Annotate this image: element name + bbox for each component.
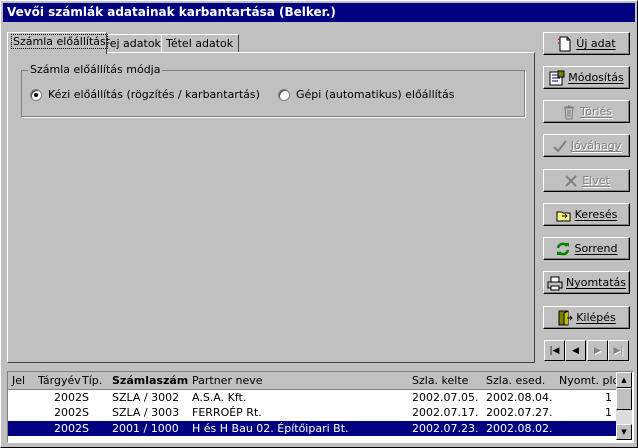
- order-button[interactable]: Sorrend: [543, 237, 630, 260]
- col-header-szamlaszam[interactable]: Számlaszám: [112, 372, 188, 389]
- col-header-esed[interactable]: Szla. esed.: [486, 372, 545, 389]
- tab-panel: Számla előállítás módja Kézi előállítás …: [7, 52, 535, 363]
- new-document-icon: [557, 36, 573, 52]
- next-record-icon: ▶: [594, 345, 601, 356]
- modify-button[interactable]: Módosítás: [543, 66, 630, 89]
- exit-button[interactable]: Kilépés: [543, 306, 630, 329]
- tab-fej-adatok[interactable]: Fej adatok: [99, 34, 169, 53]
- col-header-targyev[interactable]: Tárgyév: [38, 372, 81, 389]
- next-record-button[interactable]: ▶: [587, 340, 608, 361]
- col-header-jel[interactable]: Jel: [12, 372, 25, 389]
- title-bar[interactable]: Vevői számlák adatainak karbantartása (B…: [3, 3, 635, 22]
- radio-manual-label: Kézi előállítás (rögzítés / karbantartás…: [48, 88, 260, 101]
- window-title: Vevői számlák adatainak karbantartása (B…: [7, 5, 336, 19]
- first-record-button[interactable]: |◀: [544, 340, 565, 361]
- group-legend: Számla előállítás módja: [28, 63, 163, 76]
- grid-header: Jel Tárgyév Típ. Számlaszám Partner neve…: [8, 372, 623, 390]
- radio-manual[interactable]: Kézi előállítás (rögzítés / karbantartás…: [30, 88, 260, 101]
- radio-automatic-circle[interactable]: [278, 88, 290, 101]
- edit-icon: [549, 70, 565, 86]
- col-header-pld[interactable]: Nyomt. pld.: [559, 372, 623, 389]
- scroll-up-button[interactable]: ▲: [616, 372, 632, 388]
- down-arrow-icon: ▼: [621, 428, 627, 436]
- new-record-button[interactable]: Új adat: [543, 32, 630, 55]
- refresh-arrows-icon: [555, 241, 571, 257]
- last-record-icon: ▶|: [613, 345, 624, 356]
- invoice-mode-group: Számla előállítás módja Kézi előállítás …: [21, 63, 525, 117]
- grid-scrollbar[interactable]: ▲ ▼: [616, 372, 632, 440]
- cancel-x-icon: [563, 173, 579, 189]
- trash-icon: [561, 104, 577, 120]
- print-button[interactable]: Nyomtatás: [543, 271, 630, 294]
- scroll-thumb[interactable]: [616, 388, 632, 410]
- search-folder-icon: [556, 207, 572, 223]
- col-header-kelte[interactable]: Szla. kelte: [412, 372, 468, 389]
- scroll-down-button[interactable]: ▼: [616, 424, 632, 440]
- tab-tetel-adatok[interactable]: Tétel adatok: [161, 34, 239, 53]
- checkmark-icon: [552, 138, 568, 154]
- col-header-partner[interactable]: Partner neve: [192, 372, 263, 389]
- radio-manual-circle[interactable]: [30, 88, 42, 101]
- invoice-grid[interactable]: Jel Tárgyév Típ. Számlaszám Partner neve…: [7, 371, 634, 443]
- table-row[interactable]: 2002 S SZLA / 3003 FERROÉP Rt. 2002.07.1…: [8, 405, 616, 420]
- exit-door-icon: [557, 310, 573, 326]
- up-arrow-icon: ▲: [621, 376, 627, 384]
- delete-button[interactable]: Törlés: [543, 100, 630, 123]
- radio-automatic-label: Gépi (automatikus) előállítás: [296, 88, 455, 101]
- main-window: Vevői számlák adatainak karbantartása (B…: [0, 0, 638, 448]
- discard-button[interactable]: Elvet: [543, 169, 630, 192]
- previous-record-icon: ◀: [572, 345, 579, 356]
- table-row-selected[interactable]: 2002 S 2001 / 1000 H és H Bau 02. Építői…: [8, 421, 616, 436]
- previous-record-button[interactable]: ◀: [565, 340, 586, 361]
- search-button[interactable]: Keresés: [543, 203, 630, 226]
- printer-icon: [547, 275, 563, 291]
- radio-automatic[interactable]: Gépi (automatikus) előállítás: [278, 88, 454, 101]
- first-record-icon: |◀: [549, 345, 560, 356]
- tab-szamla-eloallitas[interactable]: Számla előállítás: [7, 32, 108, 54]
- approve-button[interactable]: Jóváhagy: [543, 134, 630, 157]
- table-row[interactable]: 2002 S SZLA / 3002 A.S.A. Kft. 2002.07.0…: [8, 390, 616, 405]
- last-record-button[interactable]: ▶|: [608, 340, 629, 361]
- col-header-tip[interactable]: Típ.: [82, 372, 102, 389]
